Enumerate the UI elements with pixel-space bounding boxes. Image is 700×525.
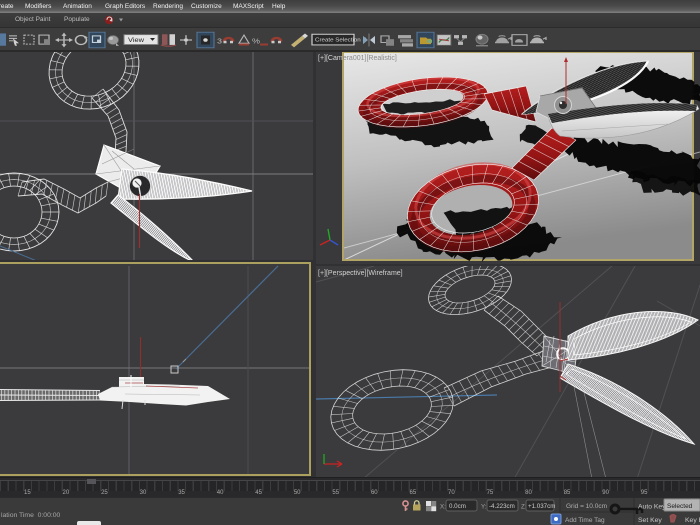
svg-text:View: View	[128, 38, 144, 44]
svg-text:Y:: Y:	[481, 504, 487, 511]
svg-text:Auto Key: Auto Key	[638, 504, 666, 511]
svg-text:Create Selection S: Create Selection S	[315, 38, 367, 43]
svg-text:Key F: Key F	[685, 517, 700, 524]
svg-text:0.0cm: 0.0cm	[449, 503, 466, 510]
svg-text:%: %	[252, 37, 261, 45]
svg-text:X:: X:	[440, 504, 446, 511]
svg-text:[+][Camera001][Realistic]: [+][Camera001][Realistic]	[318, 55, 397, 62]
svg-text:Grid = 10.0cm: Grid = 10.0cm	[566, 503, 607, 510]
svg-text:Set Key: Set Key	[638, 517, 662, 524]
svg-text:+1.037cm: +1.037cm	[528, 503, 555, 510]
svg-text:Add Time Tag: Add Time Tag	[565, 517, 605, 524]
svg-text:3: 3	[217, 37, 222, 45]
svg-text:Selected: Selected	[667, 503, 693, 510]
svg-text:-4.223cm: -4.223cm	[489, 503, 515, 510]
svg-text:[+][Perspective][Wireframe]: [+][Perspective][Wireframe]	[318, 270, 403, 277]
